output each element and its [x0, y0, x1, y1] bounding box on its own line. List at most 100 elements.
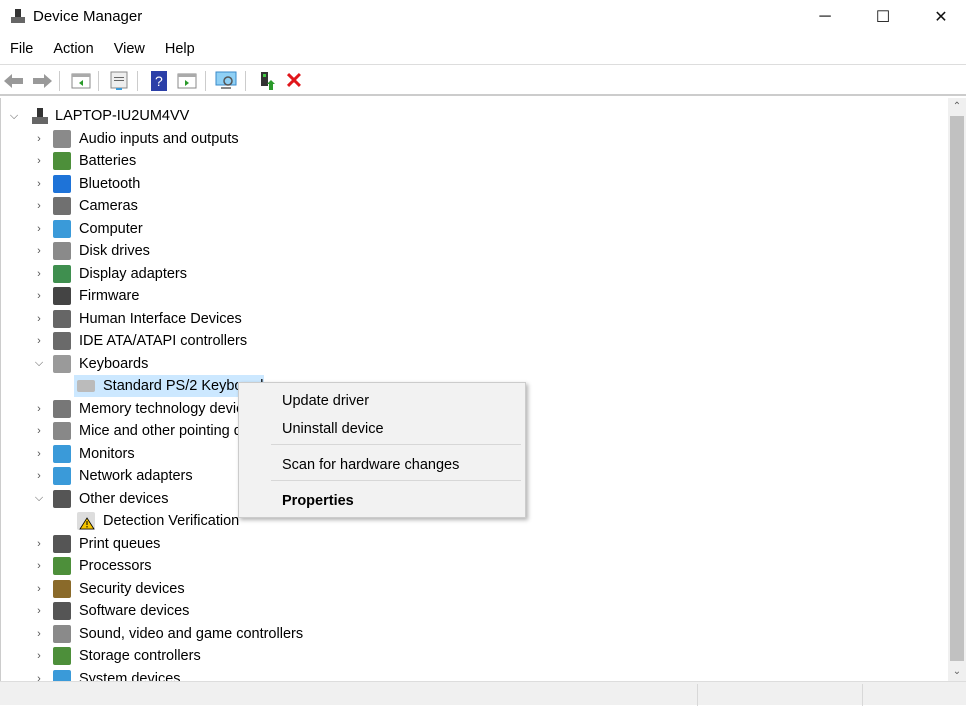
- toolbar: ? ✕: [0, 64, 966, 96]
- tree-category-label: Audio inputs and outputs: [79, 130, 239, 147]
- tree-category-label: Security devices: [79, 580, 185, 597]
- tree-category[interactable]: › Display adapters: [1, 263, 948, 285]
- tree-category-label: Human Interface Devices: [79, 310, 242, 327]
- scan-hardware-icon[interactable]: [215, 70, 237, 92]
- security-icon: [53, 579, 71, 598]
- properties-icon[interactable]: [108, 70, 130, 92]
- battery-icon: [53, 152, 71, 170]
- printer-icon: [53, 534, 71, 553]
- update-driver-icon[interactable]: [256, 70, 278, 92]
- chevron-right-icon[interactable]: ›: [34, 673, 44, 682]
- tree-category[interactable]: › Firmware: [1, 285, 948, 307]
- chevron-right-icon[interactable]: ›: [34, 425, 44, 437]
- tree-category[interactable]: › Security devices: [1, 578, 948, 600]
- uninstall-device-icon[interactable]: ✕: [283, 68, 305, 93]
- keyboard-icon: [53, 354, 71, 373]
- tree-category[interactable]: › Processors: [1, 555, 948, 577]
- close-button[interactable]: ✕: [918, 0, 964, 34]
- chevron-down-icon[interactable]: ⌵: [9, 110, 19, 123]
- tree-category-label: Monitors: [79, 445, 135, 462]
- computer-icon: [53, 219, 71, 238]
- tree-category[interactable]: ⌵ Keyboards: [1, 353, 948, 375]
- menu-item-properties[interactable]: Properties: [282, 493, 354, 509]
- forward-arrow-icon[interactable]: [31, 70, 53, 92]
- tree-category[interactable]: › Computer: [1, 218, 948, 240]
- chevron-right-icon[interactable]: ›: [34, 605, 44, 617]
- window-title: Device Manager: [33, 8, 143, 25]
- back-arrow-icon[interactable]: [3, 70, 25, 92]
- menu-help[interactable]: Help: [155, 38, 205, 62]
- help-icon[interactable]: ?: [148, 70, 170, 92]
- chevron-right-icon[interactable]: ›: [34, 223, 44, 235]
- tree-root-label: LAPTOP-IU2UM4VV: [55, 108, 190, 124]
- menu-item-update-driver[interactable]: Update driver: [282, 393, 369, 409]
- tree-category-label: Keyboards: [79, 355, 149, 372]
- chevron-right-icon[interactable]: ›: [34, 560, 44, 572]
- action-pane-icon[interactable]: [176, 70, 198, 92]
- bluetooth-icon: [53, 174, 71, 193]
- menu-action[interactable]: Action: [43, 38, 103, 62]
- memory-icon: [53, 399, 71, 418]
- tree-category[interactable]: › Print queues: [1, 533, 948, 555]
- menu-file[interactable]: File: [0, 38, 43, 62]
- warning-device-icon: [77, 512, 95, 530]
- tree-category[interactable]: › Storage controllers: [1, 645, 948, 667]
- tree-category-label: Disk drives: [79, 243, 150, 259]
- chevron-down-icon[interactable]: ⌵: [34, 492, 44, 505]
- chevron-right-icon[interactable]: ›: [34, 628, 44, 640]
- tree-category[interactable]: › System devices: [1, 668, 948, 682]
- monitor-icon: [53, 444, 71, 463]
- scroll-down-icon[interactable]: ⌄: [948, 663, 966, 681]
- chevron-right-icon[interactable]: ›: [34, 178, 44, 190]
- chevron-right-icon[interactable]: ›: [34, 268, 44, 280]
- tree-category-label: Print queues: [79, 535, 161, 552]
- status-bar: [0, 681, 966, 706]
- chevron-right-icon[interactable]: ›: [34, 448, 44, 460]
- minimize-button[interactable]: ─: [802, 0, 848, 34]
- menu-separator: [271, 480, 521, 481]
- chevron-right-icon[interactable]: ›: [34, 155, 44, 167]
- tree-category-label: IDE ATA/ATAPI controllers: [79, 333, 248, 349]
- chevron-right-icon[interactable]: ›: [34, 313, 44, 325]
- camera-icon: [53, 197, 71, 215]
- tree-root[interactable]: ⌵ LAPTOP-IU2UM4VV: [1, 105, 948, 127]
- tree-device-label: Detection Verification: [103, 513, 240, 529]
- tree-category-label: Storage controllers: [79, 648, 201, 664]
- show-hide-console-tree-icon[interactable]: [70, 70, 92, 92]
- menu-item-uninstall-device[interactable]: Uninstall device: [282, 421, 384, 437]
- chevron-right-icon[interactable]: ›: [34, 245, 44, 257]
- vertical-scrollbar[interactable]: ⌃ ⌄: [948, 98, 966, 681]
- chevron-right-icon[interactable]: ›: [34, 133, 44, 145]
- scroll-up-icon[interactable]: ⌃: [948, 98, 966, 116]
- chevron-right-icon[interactable]: ›: [34, 470, 44, 482]
- chevron-right-icon[interactable]: ›: [34, 583, 44, 595]
- network-icon: [53, 467, 71, 485]
- chevron-right-icon[interactable]: ›: [34, 335, 44, 347]
- maximize-button[interactable]: ☐: [860, 0, 906, 34]
- chevron-right-icon[interactable]: ›: [34, 200, 44, 212]
- tree-category[interactable]: › Human Interface Devices: [1, 308, 948, 330]
- tree-category-label: Batteries: [79, 153, 137, 169]
- chevron-right-icon[interactable]: ›: [34, 650, 44, 662]
- tree-category[interactable]: › IDE ATA/ATAPI controllers: [1, 330, 948, 352]
- chevron-right-icon[interactable]: ›: [34, 290, 44, 302]
- tree-category[interactable]: › Batteries: [1, 150, 948, 172]
- context-menu: Update driver Uninstall device Scan for …: [238, 382, 526, 518]
- display-adapter-icon: [53, 264, 71, 283]
- svg-text:?: ?: [155, 73, 163, 89]
- chevron-right-icon[interactable]: ›: [34, 538, 44, 550]
- tree-category[interactable]: › Software devices: [1, 600, 948, 622]
- chevron-right-icon[interactable]: ›: [34, 403, 44, 415]
- tree-category[interactable]: › Disk drives: [1, 240, 948, 262]
- ide-controller-icon: [53, 332, 71, 350]
- tree-category[interactable]: › Sound, video and game controllers: [1, 623, 948, 645]
- processor-icon: [53, 557, 71, 575]
- tree-category[interactable]: › Cameras: [1, 195, 948, 217]
- tree-category[interactable]: › Bluetooth: [1, 173, 948, 195]
- tree-category[interactable]: › Audio inputs and outputs: [1, 128, 948, 150]
- tree-category-label: Bluetooth: [79, 175, 141, 192]
- menu-view[interactable]: View: [104, 38, 155, 62]
- scrollbar-thumb[interactable]: [950, 116, 964, 661]
- menu-item-scan-hardware[interactable]: Scan for hardware changes: [282, 457, 459, 473]
- chevron-down-icon[interactable]: ⌵: [34, 357, 44, 370]
